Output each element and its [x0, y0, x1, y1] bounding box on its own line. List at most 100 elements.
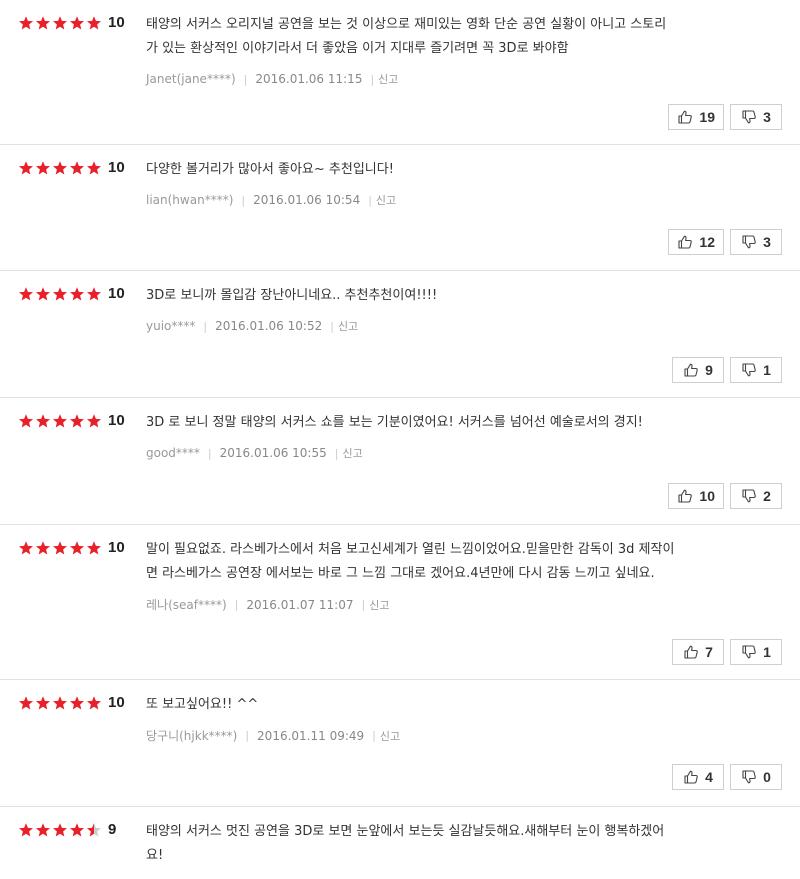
report-link[interactable]: 신고 [342, 445, 362, 461]
review-date: 2016.01.06 10:52 [215, 319, 323, 333]
author-name: 당구니(hjkk****) [146, 729, 238, 743]
thumbs-down-icon [741, 234, 757, 250]
review-date: 2016.01.06 10:54 [253, 193, 361, 207]
star-filled-icon [35, 540, 51, 556]
dislike-button[interactable]: 0 [730, 764, 782, 790]
meta-divider: | [207, 446, 212, 460]
like-button[interactable]: 7 [672, 639, 724, 665]
vote-buttons: 71 [672, 639, 782, 665]
report-link[interactable]: 신고 [378, 71, 398, 87]
thumbs-up-icon [677, 488, 693, 504]
thumbs-down-icon [741, 769, 757, 785]
dislike-button[interactable]: 3 [730, 229, 782, 255]
star-filled-icon [18, 822, 34, 838]
star-filled-icon [52, 15, 68, 31]
review-body: 다양한 볼거리가 많아서 좋아요~ 추천입니다! lian(hwan****) | 2… [146, 158, 766, 208]
star-filled-icon [86, 540, 102, 556]
star-rating [18, 286, 102, 302]
vote-buttons: 40 [672, 764, 782, 790]
star-filled-icon [86, 695, 102, 711]
vote-buttons: 19 3 [668, 104, 782, 130]
review-meta: Janet(jane****) | 2016.01.06 11:15 | 신고 [146, 71, 766, 87]
thumbs-up-icon [677, 234, 693, 250]
review-text: 3D로 보니까 몰입감 장난아니네요.. 추천추천이여!!!! [146, 288, 438, 303]
review-body: 말이 필요없죠. 라스베가스에서 처음 보고신세계가 열린 느낌이었어요.믿을만… [146, 538, 766, 613]
like-count: 4 [705, 769, 713, 785]
star-filled-icon [35, 160, 51, 176]
review-item: 10 말이 필요없죠. 라스베가스에서 처음 보고신세계가 열린 느낌이었어요.믿… [0, 525, 800, 680]
like-button[interactable]: 10 [668, 483, 724, 509]
star-filled-icon [69, 822, 85, 838]
star-filled-icon [18, 695, 34, 711]
thumbs-down-icon [741, 644, 757, 660]
author-name: 레나(seaf****) [146, 598, 227, 612]
review-body: 또 보고싶어요!! ^^ 당구니(hjkk****) | 2016.01.11 09:… [146, 693, 766, 744]
review-date: 2016.01.06 10:55 [219, 446, 327, 460]
dislike-count: 0 [763, 769, 771, 785]
star-filled-icon [86, 160, 102, 176]
star-rating [18, 540, 102, 556]
vote-buttons: 91 [672, 357, 782, 383]
thumbs-down-icon [741, 362, 757, 378]
thumbs-up-icon [683, 644, 699, 660]
star-filled-icon [35, 413, 51, 429]
report-link[interactable]: 신고 [338, 318, 358, 334]
star-filled-icon [52, 413, 68, 429]
like-count: 9 [705, 362, 713, 378]
like-button[interactable]: 12 [668, 229, 724, 255]
dislike-button[interactable]: 3 [730, 104, 782, 130]
star-filled-icon [69, 413, 85, 429]
review-item: 10 3D 로 보니 정말 태양의 서커스 쇼를 보는 기분이였어요! 서커스를 … [0, 398, 800, 525]
author-name: yuio**** [146, 319, 196, 333]
review-text: 태양의 서커스 멋진 공연을 3D로 보면 눈앞에서 보는듯 실감날듯해요.새해… [146, 824, 665, 863]
like-count: 10 [699, 488, 715, 504]
like-count: 19 [699, 109, 715, 125]
star-filled-icon [86, 15, 102, 31]
dislike-button[interactable]: 1 [730, 357, 782, 383]
review-item: 10 다양한 볼거리가 많아서 좋아요~ 추천입니다! lian(hwan****)… [0, 145, 800, 271]
like-button[interactable]: 4 [672, 764, 724, 790]
star-filled-icon [52, 695, 68, 711]
rating: 9 [18, 821, 116, 838]
meta-divider: | [234, 598, 239, 611]
star-rating [18, 822, 102, 838]
rating: 10 [18, 159, 125, 176]
like-button[interactable]: 19 [668, 104, 724, 130]
score-value: 9 [108, 821, 117, 838]
report-link[interactable]: 신고 [376, 192, 396, 208]
star-rating [18, 695, 102, 711]
review-text: 태양의 서커스 오리지널 공연을 보는 것 이상으로 재미있는 영화 단순 공연… [146, 17, 667, 56]
star-filled-icon [52, 286, 68, 302]
star-half-icon [86, 822, 102, 838]
star-filled-icon [52, 160, 68, 176]
review-item: 10 또 보고싶어요!! ^^ 당구니(hjkk****) | 2016.01.11 0… [0, 680, 800, 807]
review-date: 2016.01.06 11:15 [255, 72, 363, 86]
dislike-count: 2 [763, 488, 771, 504]
score-value: 10 [108, 539, 125, 556]
rating: 10 [18, 285, 125, 302]
review-list: 10 태양의 서커스 오리지널 공연을 보는 것 이상으로 재미있는 영화 단순 … [0, 0, 800, 879]
dislike-button[interactable]: 1 [730, 639, 782, 665]
meta-divider: | [243, 72, 248, 86]
star-filled-icon [52, 822, 68, 838]
meta-divider: | [370, 72, 375, 86]
star-filled-icon [86, 286, 102, 302]
star-filled-icon [86, 413, 102, 429]
like-button[interactable]: 9 [672, 357, 724, 383]
meta-divider: | [368, 193, 372, 207]
report-link[interactable]: 신고 [369, 597, 389, 613]
meta-divider: | [241, 193, 246, 207]
thumbs-down-icon [741, 109, 757, 125]
dislike-count: 1 [763, 362, 771, 378]
thumbs-up-icon [677, 109, 693, 125]
review-meta: 당구니(hjkk****) | 2016.01.11 09:49 | 신고 [146, 727, 766, 744]
star-filled-icon [35, 695, 51, 711]
dislike-button[interactable]: 2 [730, 483, 782, 509]
star-rating [18, 160, 102, 176]
author-name: Janet(jane****) [146, 72, 236, 86]
review-body: 태양의 서커스 오리지널 공연을 보는 것 이상으로 재미있는 영화 단순 공연… [146, 13, 766, 87]
meta-divider: | [334, 446, 339, 460]
report-link[interactable]: 신고 [380, 728, 400, 744]
star-filled-icon [69, 540, 85, 556]
star-filled-icon [35, 822, 51, 838]
